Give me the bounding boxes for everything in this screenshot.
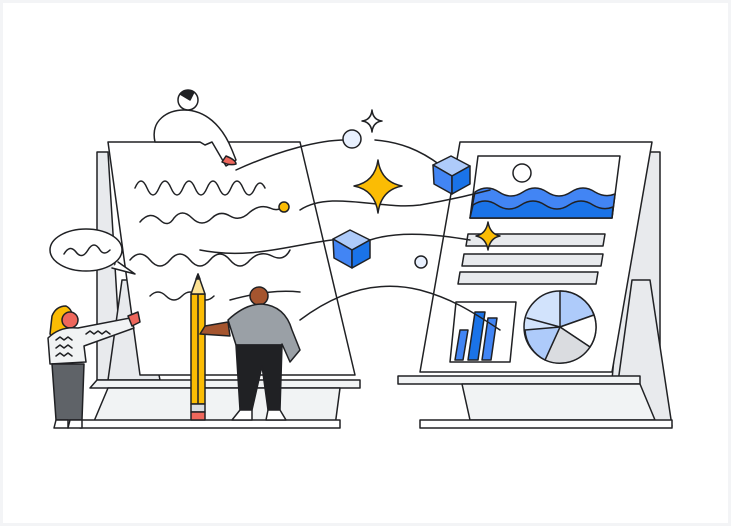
analytics-illustration [47,89,673,429]
cube-2 [332,229,371,269]
pie-chart [523,290,597,364]
yellow-dot [278,201,290,213]
pencil [190,273,206,421]
illustration-frame [0,0,731,526]
sun-circle [512,163,532,183]
text-bar-3 [457,271,599,285]
bubble-circle-2 [414,255,428,269]
bubble-circle-1 [342,129,362,149]
wave-light [469,200,614,219]
sparkle-outline [361,109,383,133]
left-easel [79,141,361,429]
text-bar-2 [461,253,604,267]
